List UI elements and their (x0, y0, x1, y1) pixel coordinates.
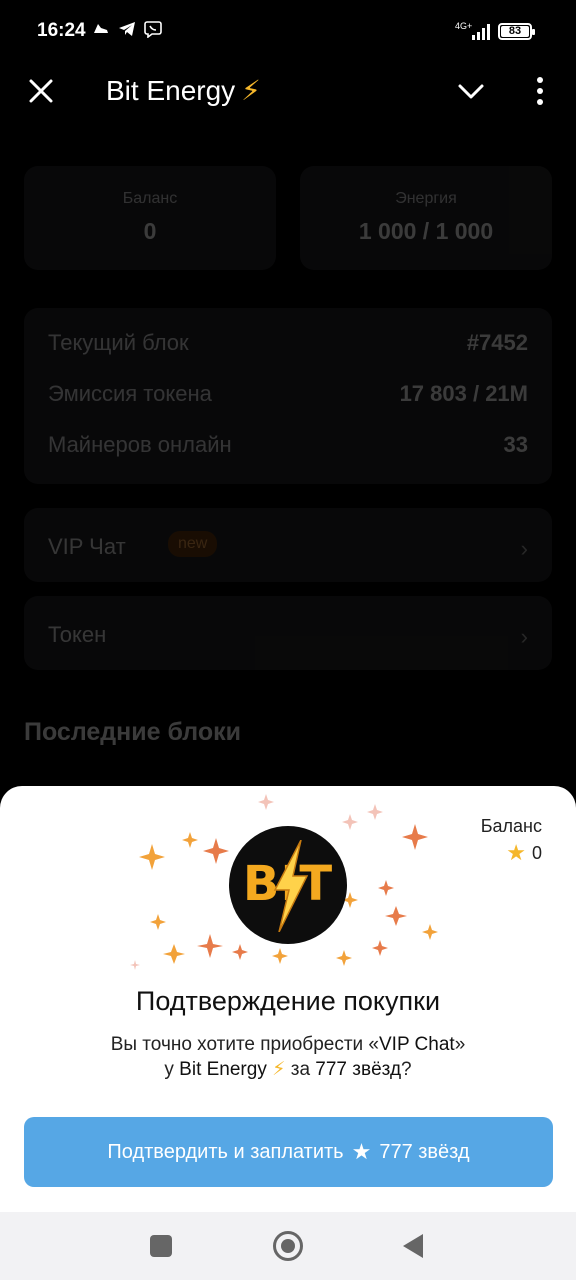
balance-label: Баланс (122, 190, 178, 207)
status-bar: 16:24 4G+ 83 (0, 0, 576, 62)
energy-value: 1 000 / 1 000 (358, 218, 494, 244)
recents-button[interactable] (150, 1235, 172, 1257)
battery-icon: 83 (498, 23, 535, 40)
confirm-pay-button[interactable]: Подтвердить и заплатить ★ 777 звёзд (24, 1117, 553, 1187)
chevron-down-icon[interactable] (454, 74, 488, 108)
sneaker-icon (92, 20, 110, 38)
signal-icon (472, 24, 490, 40)
battery-level: 83 (501, 26, 529, 37)
title-text: Bit Energy (106, 75, 236, 106)
lightning-icon: ⚡ (272, 1059, 286, 1080)
section-title: Последние блоки (24, 718, 241, 746)
energy-label: Энергия (395, 190, 457, 207)
page-title: Bit Energy ⚡ (106, 74, 261, 107)
lightning-icon (273, 840, 309, 932)
desc-line2-prefix: у (164, 1059, 180, 1080)
info-card: Текущий блок #7452 Эмиссия токена 17 803… (24, 308, 552, 484)
app-header: Bit Energy ⚡ (0, 62, 576, 120)
desc-line-1: Вы точно хотите приобрести «VIP Chat» (0, 1032, 576, 1057)
balance-card: Баланс 0 (24, 166, 276, 270)
home-button[interactable] (273, 1231, 303, 1261)
balance-value: 0 (143, 218, 157, 244)
system-nav-bar (0, 1212, 576, 1280)
vip-chat-label: VIP Чат (48, 534, 126, 559)
star-icon: ★ (506, 840, 526, 865)
desc-for: за (285, 1059, 316, 1080)
info-row-miners: Майнеров онлайн 33 (24, 432, 552, 472)
info-row-block: Текущий блок #7452 (24, 330, 552, 370)
chevron-right-icon: › (520, 624, 528, 649)
desc-item: VIP Chat (379, 1034, 455, 1055)
desc-prefix: Вы точно хотите приобрести « (110, 1034, 379, 1055)
desc-amount: 777 звёзд (315, 1059, 402, 1080)
viber-icon (144, 20, 162, 39)
info-label: Текущий блок (48, 330, 189, 355)
energy-card: Энергия 1 000 / 1 000 (300, 166, 552, 270)
info-label: Майнеров онлайн (48, 432, 232, 457)
more-vertical-icon[interactable] (528, 74, 552, 108)
sheet-description: Вы точно хотите приобрести «VIP Chat» у … (0, 1032, 576, 1082)
token-label: Токен (48, 622, 107, 647)
desc-q: ? (401, 1059, 412, 1080)
close-icon[interactable] (24, 74, 58, 108)
chevron-right-icon: › (520, 536, 528, 561)
pay-button-label: Подтвердить и заплатить (107, 1140, 344, 1163)
info-value: #7452 (466, 330, 528, 355)
bot-logo: BIT (229, 826, 347, 944)
vip-chat-link[interactable]: VIP Чат new › (24, 508, 552, 582)
token-link[interactable]: Токен › (24, 596, 552, 670)
sheet-balance-label: Баланс (480, 816, 542, 836)
sheet-title: Подтверждение покупки (135, 986, 441, 1016)
info-label: Эмиссия токена (48, 381, 212, 406)
desc-mid: » (454, 1034, 466, 1055)
star-icon: ★ (351, 1139, 372, 1164)
new-badge: new (168, 531, 218, 557)
info-row-emission: Эмиссия токена 17 803 / 21M (24, 381, 552, 421)
notification-icons (92, 20, 162, 39)
sheet-balance: ★ 0 (506, 840, 542, 866)
back-button[interactable] (403, 1234, 423, 1258)
desc-bot: Bit Energy (179, 1059, 267, 1080)
telegram-icon (118, 20, 136, 38)
purchase-sheet: BIT Баланс ★ 0 Подтверждение покупки Вы … (0, 786, 576, 1212)
info-value: 33 (503, 432, 528, 457)
network-type: 4G+ (455, 21, 473, 31)
lightning-icon: ⚡ (241, 75, 261, 106)
app-content: Баланс 0 Энергия 1 000 / 1 000 Текущий б… (0, 120, 576, 820)
info-value: 17 803 / 21M (399, 381, 528, 406)
pay-button-amount: 777 звёзд (379, 1140, 470, 1163)
desc-line-2: у Bit Energy ⚡ за 777 звёзд? (0, 1057, 576, 1082)
sheet-balance-value: 0 (531, 842, 542, 863)
status-time: 16:24 (37, 20, 86, 41)
